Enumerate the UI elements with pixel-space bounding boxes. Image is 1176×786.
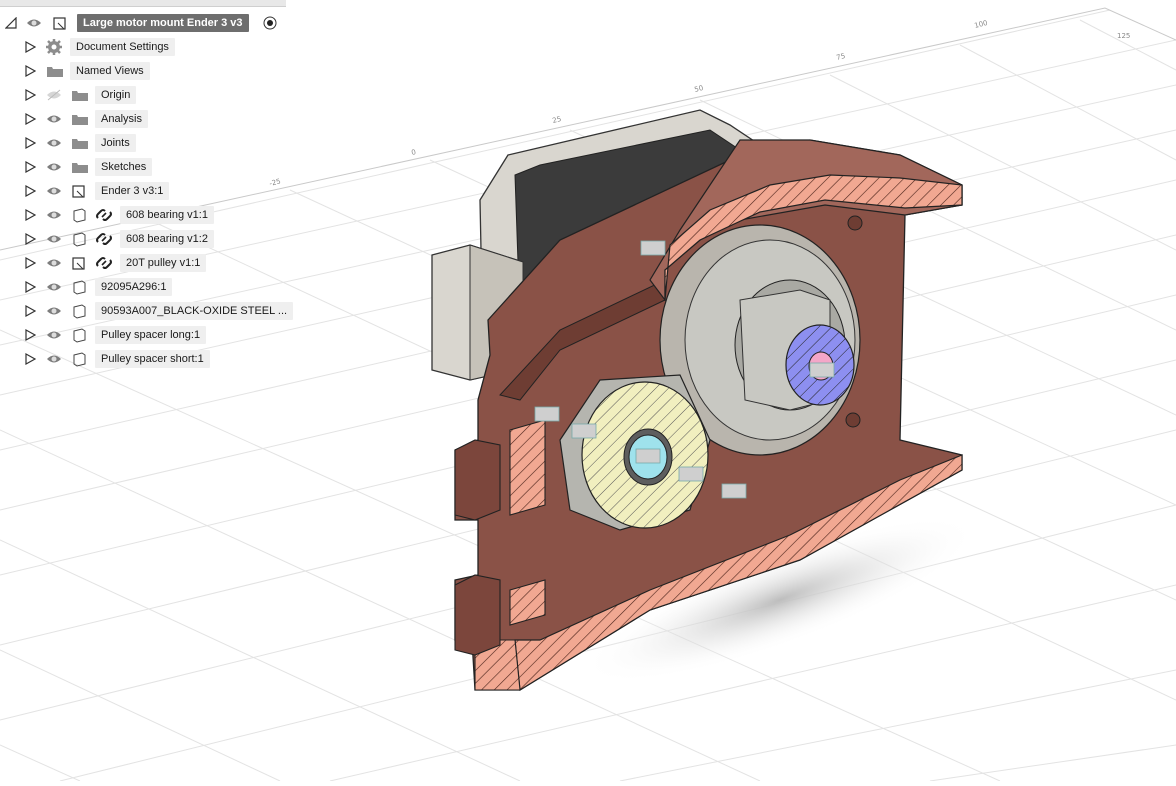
body-icon xyxy=(73,304,86,319)
eye-icon[interactable] xyxy=(46,304,62,318)
browser-item[interactable]: Named Views xyxy=(0,60,300,82)
component-icon xyxy=(72,185,85,198)
eye-icon[interactable] xyxy=(46,208,62,222)
eye-hidden-icon[interactable] xyxy=(46,88,62,102)
browser-item-label[interactable]: 608 bearing v1:1 xyxy=(120,206,214,224)
body-icon xyxy=(73,208,86,223)
folder-icon xyxy=(72,91,88,101)
body-icon xyxy=(73,232,86,247)
expand-triangle-icon[interactable] xyxy=(24,233,36,245)
eye-icon[interactable] xyxy=(46,160,62,174)
browser-item[interactable]: Sketches xyxy=(0,156,300,178)
browser-item-label[interactable]: Named Views xyxy=(70,62,150,80)
folder-icon xyxy=(72,115,88,125)
expand-triangle-icon[interactable] xyxy=(24,305,36,317)
activate-radio-icon[interactable] xyxy=(263,16,277,30)
eye-icon[interactable] xyxy=(46,112,62,126)
browser-item-label[interactable]: 92095A296:1 xyxy=(95,278,173,296)
browser-item[interactable]: 92095A296:1 xyxy=(0,276,300,298)
ruler-tick-125: 125 xyxy=(1117,32,1130,40)
joint-icon[interactable] xyxy=(678,466,704,482)
body-icon xyxy=(73,352,86,367)
browser-item[interactable]: Pulley spacer long:1 xyxy=(0,324,300,346)
browser-tree: Large motor mount Ender 3 v3 Document Se… xyxy=(0,0,300,380)
joint-icon[interactable] xyxy=(571,423,597,439)
expand-triangle-icon[interactable] xyxy=(24,89,36,101)
body-icon xyxy=(73,280,86,295)
joint-icon[interactable] xyxy=(640,240,666,256)
expand-triangle-icon[interactable] xyxy=(24,209,36,221)
browser-item[interactable]: Analysis xyxy=(0,108,300,130)
browser-item-label[interactable]: 608 bearing v1:2 xyxy=(120,230,214,248)
browser-item-label[interactable]: Ender 3 v3:1 xyxy=(95,182,170,200)
browser-item[interactable]: 608 bearing v1:1 xyxy=(0,204,300,226)
browser-item-label[interactable]: Origin xyxy=(95,86,137,104)
expand-triangle-icon[interactable] xyxy=(24,113,36,125)
joint-icon[interactable] xyxy=(809,362,835,378)
browser-item-label[interactable]: 90593A007_BLACK-OXIDE STEEL ... xyxy=(95,302,294,320)
browser-item[interactable]: Document Settings xyxy=(0,36,300,58)
component-icon xyxy=(72,257,85,270)
ruler-tick-100: 100 xyxy=(974,19,989,30)
expand-triangle-icon[interactable] xyxy=(24,185,36,197)
expand-triangle-icon[interactable] xyxy=(24,65,36,77)
collapse-triangle-icon[interactable] xyxy=(5,17,17,29)
joint-icon[interactable] xyxy=(534,406,560,422)
link-icon xyxy=(96,233,112,245)
eye-icon[interactable] xyxy=(46,328,62,342)
component-icon xyxy=(53,17,66,30)
expand-triangle-icon[interactable] xyxy=(24,281,36,293)
browser-root-row[interactable]: Large motor mount Ender 3 v3 xyxy=(0,12,300,34)
browser-item[interactable]: 90593A007_BLACK-OXIDE STEEL ... xyxy=(0,300,300,322)
root-component-label[interactable]: Large motor mount Ender 3 v3 xyxy=(77,14,249,32)
folder-icon xyxy=(72,139,88,149)
browser-item[interactable]: Ender 3 v3:1 xyxy=(0,180,300,202)
eye-icon[interactable] xyxy=(46,136,62,150)
browser-item-label[interactable]: Document Settings xyxy=(70,38,175,56)
browser-item-label[interactable]: Joints xyxy=(95,134,136,152)
eye-icon[interactable] xyxy=(46,280,62,294)
browser-item-label[interactable]: Pulley spacer long:1 xyxy=(95,326,207,344)
ruler-tick-75: 75 xyxy=(836,52,847,62)
browser-item[interactable]: 608 bearing v1:2 xyxy=(0,228,300,250)
browser-header-bar xyxy=(0,0,286,7)
expand-triangle-icon[interactable] xyxy=(24,137,36,149)
expand-triangle-icon[interactable] xyxy=(24,353,36,365)
link-icon xyxy=(96,257,112,269)
browser-item[interactable]: Pulley spacer short:1 xyxy=(0,348,300,370)
browser-item[interactable]: Origin xyxy=(0,84,300,106)
browser-item[interactable]: 20T pulley v1:1 xyxy=(0,252,300,274)
eye-icon[interactable] xyxy=(46,184,62,198)
ruler-tick-50: 50 xyxy=(694,84,705,94)
browser-item-label[interactable]: Sketches xyxy=(95,158,153,176)
expand-triangle-icon[interactable] xyxy=(24,329,36,341)
eye-icon[interactable] xyxy=(46,352,62,366)
eye-icon[interactable] xyxy=(46,256,62,270)
joint-icon[interactable] xyxy=(721,483,747,499)
browser-item-label[interactable]: 20T pulley v1:1 xyxy=(120,254,207,272)
joint-icon[interactable] xyxy=(635,448,661,464)
expand-triangle-icon[interactable] xyxy=(24,257,36,269)
expand-triangle-icon[interactable] xyxy=(24,161,36,173)
folder-icon xyxy=(47,67,63,77)
ruler-tick-0: 0 xyxy=(411,148,417,157)
gear-icon xyxy=(46,39,62,55)
ruler-tick-25b: 25 xyxy=(552,115,563,125)
expand-triangle-icon[interactable] xyxy=(24,41,36,53)
browser-item-label[interactable]: Pulley spacer short:1 xyxy=(95,350,210,368)
eye-icon[interactable] xyxy=(26,16,42,30)
body-icon xyxy=(73,328,86,343)
browser-item[interactable]: Joints xyxy=(0,132,300,154)
link-icon xyxy=(96,209,112,221)
eye-icon[interactable] xyxy=(46,232,62,246)
folder-icon xyxy=(72,163,88,173)
browser-item-label[interactable]: Analysis xyxy=(95,110,148,128)
